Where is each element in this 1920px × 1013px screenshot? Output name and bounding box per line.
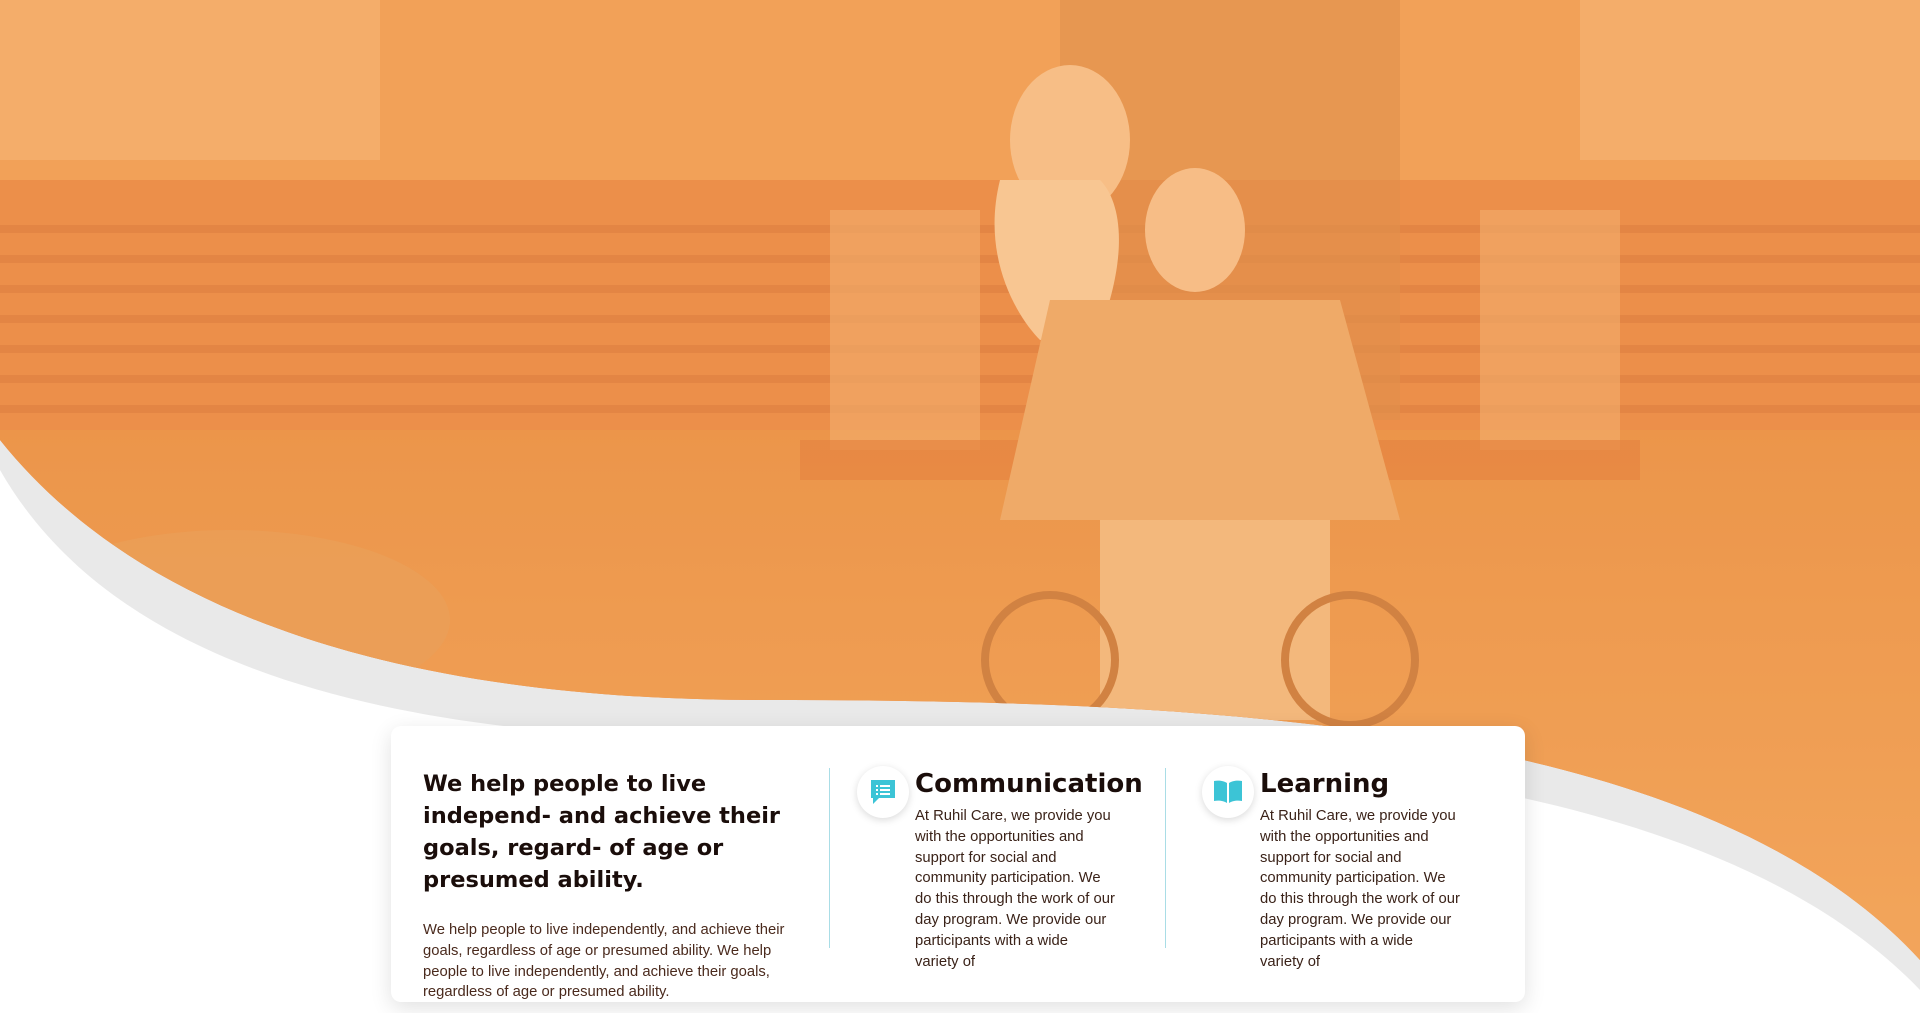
chat-list-icon	[857, 766, 909, 818]
feature-text: At Ruhil Care, we provide you with the o…	[1260, 808, 1460, 970]
intro-heading: We help people to live independ- and ach…	[423, 771, 781, 893]
intro-text: We help people to live independently, an…	[423, 922, 785, 1001]
divider	[1165, 768, 1166, 948]
feature-title: Communication	[915, 769, 1143, 799]
feature-title: Learning	[1260, 769, 1390, 799]
feature-text: At Ruhil Care, we provide you with the o…	[915, 808, 1115, 970]
open-book-icon	[1202, 766, 1254, 818]
intro-block: We help people to live independ- and ach…	[391, 726, 831, 1002]
divider	[829, 768, 830, 948]
services-card: We help people to live independ- and ach…	[391, 726, 1525, 1002]
